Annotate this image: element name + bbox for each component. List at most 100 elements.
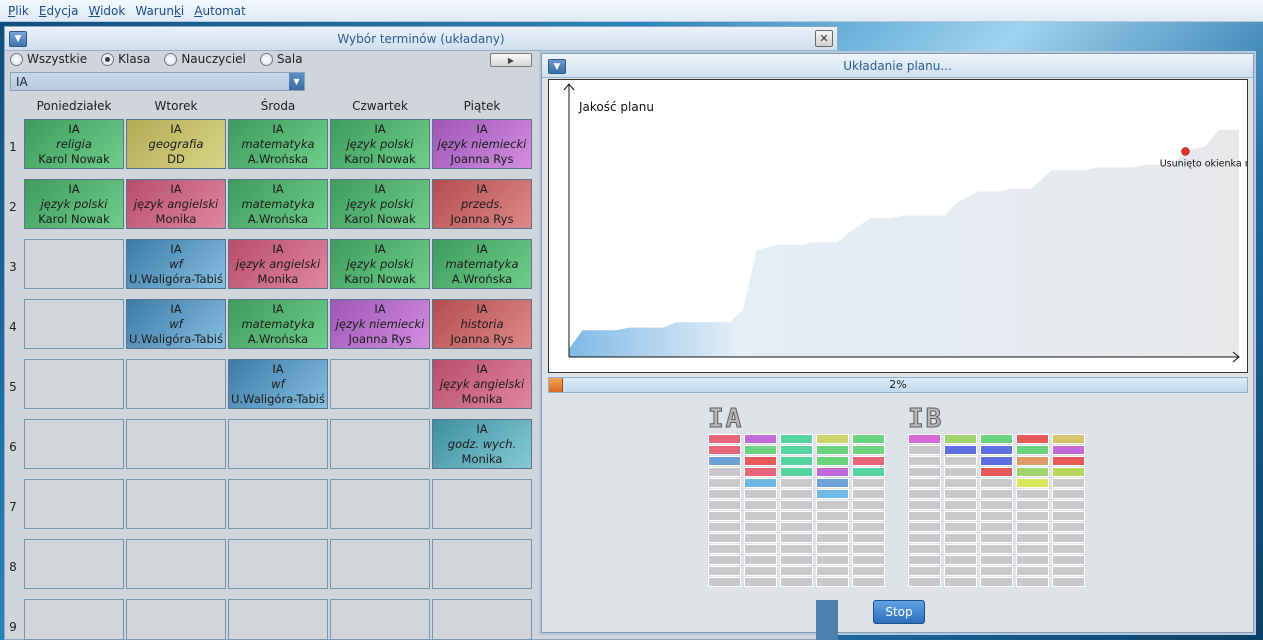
lesson-teacher: Joanna Rys (450, 332, 514, 346)
lesson-cell[interactable]: IA język polski Karol Nowak (330, 119, 430, 169)
lesson-cell[interactable]: IA geografia DD (126, 119, 226, 169)
radio-label: Klasa (118, 52, 151, 66)
lesson-cell[interactable]: IA matematyka A.Wrońska (228, 299, 328, 349)
lesson-cell[interactable]: IA religia Karol Nowak (24, 119, 124, 169)
lesson-teacher: Karol Nowak (344, 272, 416, 286)
radio-option[interactable]: Sala (259, 52, 303, 66)
radio-button[interactable] (101, 52, 115, 66)
dialog-menu-button[interactable]: ▼ (548, 59, 566, 74)
lesson-teacher: Karol Nowak (344, 212, 416, 226)
lesson-cell[interactable]: IAjęzyk angielskiMonika Marakasz (126, 179, 226, 229)
lesson-class: IA (170, 302, 182, 316)
menu-item[interactable]: Widok (88, 4, 125, 18)
mini-grid-cell (780, 434, 813, 444)
lesson-class: IA (476, 362, 488, 376)
mini-grid-cell (816, 533, 849, 543)
mini-grid-cell (1052, 478, 1085, 488)
chevron-down-icon[interactable]: ▼ (289, 73, 304, 90)
lesson-cell[interactable]: IAjęzyk angielskiMonika Marakasz (432, 359, 532, 409)
lesson-cell[interactable]: IA przeds. Joanna Rys (432, 179, 532, 229)
mini-grid-cell (780, 544, 813, 554)
empty-slot[interactable] (432, 539, 532, 589)
lesson-cell[interactable]: IA język polski Karol Nowak (330, 179, 430, 229)
stop-button[interactable]: Stop (873, 600, 925, 624)
mini-grid-cell (1016, 511, 1049, 521)
empty-slot[interactable] (228, 599, 328, 640)
empty-slot[interactable] (24, 299, 124, 349)
empty-slot[interactable] (432, 479, 532, 529)
empty-slot[interactable] (126, 539, 226, 589)
lesson-cell[interactable]: IA historia Joanna Rys (432, 299, 532, 349)
empty-slot[interactable] (126, 599, 226, 640)
play-button[interactable]: ▶ (490, 53, 532, 67)
mini-grid-cell (780, 445, 813, 455)
lesson-cell[interactable]: IAjęzyk angielskiMonika Marakasz (228, 239, 328, 289)
lesson-cell[interactable]: IA język polski Karol Nowak (24, 179, 124, 229)
lesson-cell[interactable]: IA język niemiecki Joanna Rys (330, 299, 430, 349)
lesson-cell[interactable]: IA język polski Karol Nowak (330, 239, 430, 289)
lesson-subject: język angielski (133, 197, 219, 211)
mini-grid-cell (1052, 555, 1085, 565)
empty-slot[interactable] (24, 479, 124, 529)
radio-button[interactable] (164, 52, 178, 66)
radio-option[interactable]: Nauczyciel (164, 52, 246, 66)
mini-grid-cell (852, 434, 885, 444)
menu-item[interactable]: Edycja (39, 4, 79, 18)
empty-slot[interactable] (24, 359, 124, 409)
radio-option[interactable]: Wszystkie (10, 52, 87, 66)
empty-slot[interactable] (24, 419, 124, 469)
lesson-cell[interactable]: IA wf U.Waligóra-Tabiś (126, 299, 226, 349)
mini-grid-cell (780, 577, 813, 587)
empty-slot[interactable] (228, 539, 328, 589)
radio-button[interactable] (259, 52, 273, 66)
lesson-cell[interactable]: IA matematyka A.Wrońska (432, 239, 532, 289)
lesson-cell[interactable]: IAgodz. wych.Monika Marakasz (432, 419, 532, 469)
mini-grid-cell (1016, 577, 1049, 587)
lesson-subject: geografia (148, 137, 204, 151)
menu-item[interactable]: Warunki (135, 4, 184, 18)
mini-grid-cell (816, 500, 849, 510)
lesson-cell[interactable]: IA matematyka A.Wrońska (228, 119, 328, 169)
mini-grid-cell (708, 489, 741, 499)
day-header: Poniedziałek (36, 99, 112, 113)
empty-slot[interactable] (432, 599, 532, 640)
window-menu-button[interactable]: ▼ (9, 31, 27, 47)
lesson-number: 9 (9, 620, 17, 634)
empty-slot[interactable] (330, 359, 430, 409)
mini-grid-cell (852, 555, 885, 565)
empty-slot[interactable] (126, 419, 226, 469)
lesson-cell[interactable]: IA wf U.Waligóra-Tabiś (126, 239, 226, 289)
menu-item[interactable]: Plik (8, 4, 29, 18)
empty-slot[interactable] (330, 599, 430, 640)
mini-grid-cell (944, 577, 977, 587)
lesson-subject: język niemiecki (437, 137, 527, 151)
mini-grid-cell (908, 467, 941, 477)
lesson-class: IA (476, 302, 488, 316)
empty-slot[interactable] (126, 479, 226, 529)
mini-grid-cell (944, 467, 977, 477)
empty-slot[interactable] (24, 239, 124, 289)
lesson-cell[interactable]: IA matematyka A.Wrońska (228, 179, 328, 229)
radio-button[interactable] (10, 52, 23, 66)
lesson-cell[interactable]: IA język niemiecki Joanna Rys (432, 119, 532, 169)
empty-slot[interactable] (126, 359, 226, 409)
mini-grid-cell (944, 522, 977, 532)
class-select[interactable]: IA ▼ (10, 72, 305, 91)
lesson-cell[interactable]: IA wf U.Waligóra-Tabiś (228, 359, 328, 409)
empty-slot[interactable] (330, 419, 430, 469)
empty-slot[interactable] (228, 419, 328, 469)
empty-slot[interactable] (24, 599, 124, 640)
empty-slot[interactable] (330, 539, 430, 589)
lesson-teacher: Karol Nowak (38, 152, 110, 166)
empty-slot[interactable] (24, 539, 124, 589)
close-button[interactable]: ✕ (815, 30, 833, 47)
radio-option[interactable]: Klasa (101, 52, 150, 66)
mini-grid-cell (816, 511, 849, 521)
lesson-number: 3 (9, 260, 17, 274)
menu-item[interactable]: Automat (194, 4, 246, 18)
lesson-subject: język polski (346, 137, 414, 151)
empty-slot[interactable] (330, 479, 430, 529)
lesson-subject: historia (460, 317, 504, 331)
lesson-subject: język polski (40, 197, 108, 211)
empty-slot[interactable] (228, 479, 328, 529)
